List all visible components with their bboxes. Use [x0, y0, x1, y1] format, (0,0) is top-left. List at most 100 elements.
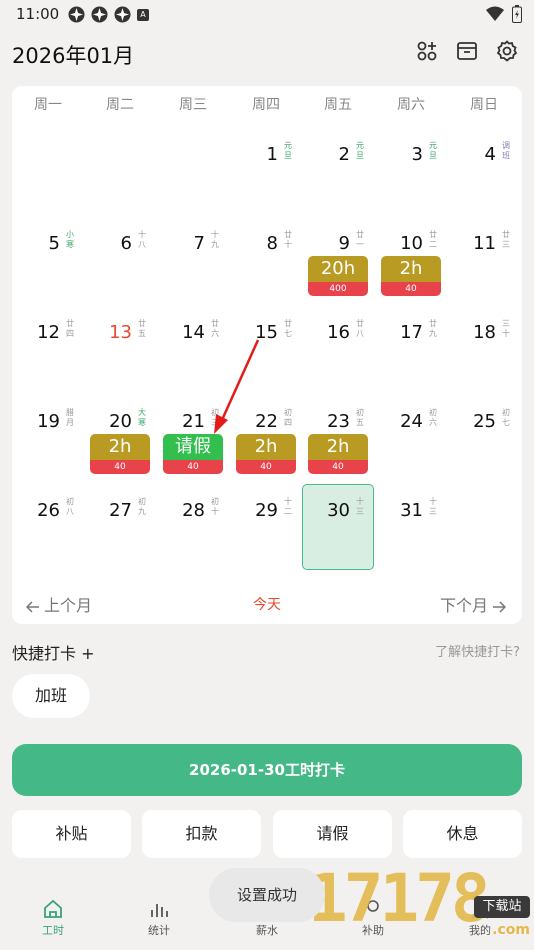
day-cell[interactable]: 18 三十 — [448, 306, 520, 394]
day-cell[interactable]: 31 十三 — [375, 484, 447, 572]
day-cell[interactable]: 11 廿三 — [448, 217, 520, 305]
day-lunar: 十九 — [211, 230, 219, 249]
day-lunar: 三十 — [502, 319, 510, 338]
nav-worktime[interactable]: 工时 — [13, 898, 93, 938]
day-number: 18 — [473, 322, 496, 343]
day-cell[interactable]: 14 廿六 — [157, 306, 229, 394]
day-lunar: 廿一 — [356, 230, 364, 249]
day-cell[interactable]: 28 初十 — [157, 484, 229, 572]
quick-clock-title[interactable]: 快捷打卡 + — [12, 640, 95, 664]
app-notification-icon — [91, 6, 108, 23]
calendar-footer: 上个月 今天 下个月 — [12, 586, 522, 616]
status-time: 11:00 — [16, 5, 60, 23]
status-bar: 11:00 A — [0, 0, 534, 28]
day-number: 12 — [37, 322, 60, 343]
day-number: 2 — [338, 144, 350, 165]
day-lunar: 元旦 — [356, 141, 364, 160]
day-cell[interactable]: 29 十二 — [230, 484, 302, 572]
day-cell[interactable]: 3 元旦 — [375, 128, 447, 216]
day-lunar: 初七 — [502, 408, 510, 427]
watermark-number: 17178 — [308, 860, 491, 937]
day-lunar: 廿八 — [356, 319, 364, 338]
apps-add-icon[interactable] — [416, 40, 438, 62]
weekday-label: 周三 — [179, 97, 207, 113]
day-cell[interactable]: 25 初七 — [448, 395, 520, 483]
day-cell[interactable]: 22 初四 2h 40 — [230, 395, 302, 483]
day-cell[interactable]: 26 初八 — [12, 484, 84, 572]
tag-leave: 请假 — [163, 434, 223, 460]
calendar-card: 周一 周二 周三 周四 周五 周六 周日 1 元旦 2 元旦 3 元旦 4 调班… — [12, 86, 522, 624]
next-month-label: 下个月 — [439, 596, 488, 615]
day-lunar: 十三 — [429, 497, 437, 516]
tag-hours: 2h — [90, 434, 150, 460]
day-lunar: 十八 — [138, 230, 146, 249]
day-cell[interactable]: 9 廿一 20h 400 — [302, 217, 374, 305]
tag-hours: 2h — [381, 256, 441, 282]
tag-hours: 20h — [308, 256, 368, 282]
tag-hours: 2h — [308, 434, 368, 460]
page-title: 2026年01月 — [12, 44, 135, 68]
day-number: 6 — [120, 233, 132, 254]
watermark-text: 下载站 — [474, 896, 530, 918]
day-cell[interactable]: 17 廿九 — [375, 306, 447, 394]
day-lunar: 初四 — [284, 408, 292, 427]
day-cell[interactable]: 27 初九 — [84, 484, 156, 572]
day-lunar: 廿七 — [284, 319, 292, 338]
day-lunar: 大寒 — [138, 408, 146, 427]
leave-button[interactable]: 请假 — [273, 810, 392, 858]
day-cell[interactable]: 15 廿七 — [230, 306, 302, 394]
clock-in-button[interactable]: 2026-01-30工时打卡 — [12, 744, 522, 796]
day-number: 13 — [109, 322, 132, 343]
day-number: 9 — [338, 233, 350, 254]
tag-amount: 40 — [308, 460, 368, 474]
day-number: 1 — [266, 144, 278, 165]
home-icon — [44, 899, 62, 918]
nav-stats[interactable]: 统计 — [119, 898, 199, 938]
archive-box-icon[interactable] — [456, 40, 478, 62]
day-cell[interactable]: 16 廿八 — [302, 306, 374, 394]
rest-button[interactable]: 休息 — [403, 810, 522, 858]
deduction-button[interactable]: 扣款 — [142, 810, 261, 858]
day-cell[interactable]: 8 廿十 — [230, 217, 302, 305]
day-cell[interactable]: 13 廿五 — [84, 306, 156, 394]
day-cell[interactable]: 19 腊月 — [12, 395, 84, 483]
day-cell[interactable]: 24 初六 — [375, 395, 447, 483]
day-lunar: 初九 — [138, 497, 146, 516]
day-lunar: 腊月 — [66, 408, 74, 427]
day-lunar: 初十 — [211, 497, 219, 516]
settings-gear-icon[interactable] — [496, 40, 518, 62]
day-cell[interactable]: 5 小寒 — [12, 217, 84, 305]
subsidy-button[interactable]: 补贴 — [12, 810, 131, 858]
day-cell[interactable]: 7 十九 — [157, 217, 229, 305]
day-cell[interactable]: 12 廿四 — [12, 306, 84, 394]
weekday-header: 周一 周二 周三 周四 周五 周六 周日 — [12, 94, 522, 118]
wifi-icon — [486, 6, 504, 21]
day-number: 21 — [182, 411, 205, 432]
day-lunar: 廿二 — [429, 230, 437, 249]
tag-amount: 40 — [236, 460, 296, 474]
site-watermark-logo: 17178 下载站 .com — [308, 858, 534, 950]
tag-amount: 40 — [163, 460, 223, 474]
next-month-button[interactable]: 下个月 — [439, 592, 507, 616]
weekday-label: 周六 — [397, 97, 425, 113]
day-cell[interactable]: 1 元旦 — [230, 128, 302, 216]
day-cell[interactable]: 21 初三 请假 40 — [157, 395, 229, 483]
day-cell[interactable]: 20 大寒 2h 40 — [84, 395, 156, 483]
overtime-tag: 2h 40 — [381, 256, 441, 296]
day-cell[interactable]: 23 初五 2h 40 — [302, 395, 374, 483]
nav-label: 统计 — [148, 924, 170, 937]
overtime-chip[interactable]: 加班 — [12, 674, 90, 718]
day-number: 25 — [473, 411, 496, 432]
day-cell[interactable]: 10 廿二 2h 40 — [375, 217, 447, 305]
day-cell[interactable]: 6 十八 — [84, 217, 156, 305]
tag-amount: 40 — [90, 460, 150, 474]
toast-message: 设置成功 — [209, 868, 325, 922]
quick-clock-help-link[interactable]: 了解快捷打卡? — [435, 641, 520, 660]
weekday-label: 周四 — [252, 97, 280, 113]
day-number: 3 — [411, 144, 423, 165]
day-cell[interactable]: 4 调班 — [448, 128, 520, 216]
action-row: 补贴 扣款 请假 休息 — [12, 810, 522, 858]
day-cell[interactable]: 2 元旦 — [302, 128, 374, 216]
day-cell-today[interactable]: 30 十三 — [302, 484, 374, 572]
status-system-icons — [486, 5, 522, 23]
